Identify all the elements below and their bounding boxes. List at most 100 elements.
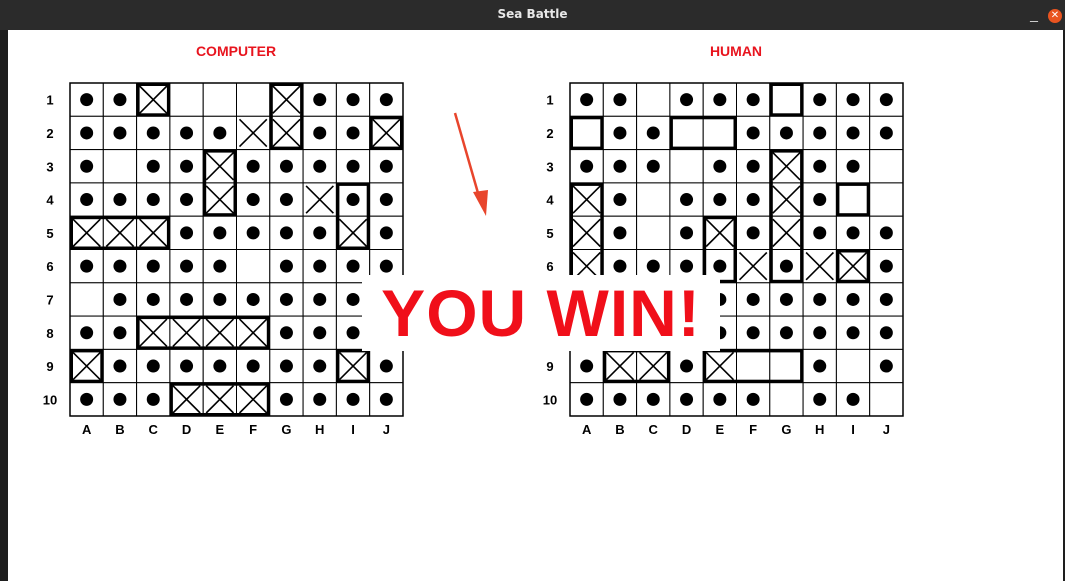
miss-dot [180,259,194,273]
miss-dot [279,392,293,406]
row-label: 5 [546,226,553,241]
grid-cell[interactable] [835,348,871,384]
miss-dot [680,259,694,273]
row-label: 6 [46,259,53,274]
miss-dot [746,126,760,140]
miss-dot [813,392,827,406]
miss-dot [180,292,194,306]
miss-dot [313,226,327,240]
miss-dot [813,359,827,373]
miss-dot [713,193,727,207]
grid-cell[interactable] [769,382,804,417]
grid-cell[interactable] [169,82,204,117]
grid-cell[interactable] [702,115,737,151]
miss-dot [346,126,360,140]
grid-cell[interactable] [769,348,804,384]
miss-dot [846,93,860,107]
grid-cell[interactable] [236,249,271,284]
grid-cell[interactable] [835,182,871,217]
miss-dot [779,326,793,340]
miss-dot [279,159,293,173]
miss-dot [146,359,160,373]
computer-board[interactable]: 1 2 3 4 5 6 7 8 9 10 A B C D E F G H I J [8,30,408,450]
grid-cell[interactable] [569,115,604,151]
miss-dot [379,259,393,273]
miss-dot [613,392,627,406]
miss-dot [279,259,293,273]
grid-cell[interactable] [102,149,138,184]
miss-dot [313,259,327,273]
miss-dot [846,226,860,240]
miss-dot [713,93,727,107]
miss-dot [813,159,827,173]
row-label: 2 [46,126,53,141]
miss-dot [146,126,160,140]
column-label: F [749,422,757,437]
miss-dot [680,392,694,406]
miss-dot [779,292,793,306]
miss-dot [146,159,160,173]
miss-dot [746,292,760,306]
row-label: 9 [546,359,553,374]
miss-dot [80,126,94,140]
close-button[interactable]: ✕ [1048,9,1062,23]
miss-dot [146,259,160,273]
miss-dot [213,226,227,240]
miss-dot [646,259,660,273]
miss-dot [113,359,127,373]
grid-cell[interactable] [669,115,704,151]
window-title: Sea Battle [497,7,568,21]
miss-dot [879,359,893,373]
miss-dot [180,126,194,140]
column-label: D [682,422,691,437]
miss-dot [213,259,227,273]
miss-dot [580,392,594,406]
miss-dot [846,326,860,340]
grid-cell[interactable] [69,282,104,317]
miss-dot [613,93,627,107]
miss-dot [379,392,393,406]
miss-dot [113,326,127,340]
miss-dot [746,159,760,173]
miss-dot [80,392,94,406]
miss-dot [379,93,393,107]
game-canvas: COMPUTER HUMAN 1 2 3 4 5 6 7 8 9 10 A B C D E F G H I J 123… [8,30,1063,581]
miss-dot [846,292,860,306]
miss-dot [313,359,327,373]
miss-dot [113,292,127,306]
minimize-button[interactable]: _ [1025,6,1043,24]
miss-dot [80,93,94,107]
row-label: 9 [46,359,53,374]
grid-cell[interactable] [869,382,904,417]
column-label: B [115,422,124,437]
grid-cell[interactable] [869,182,904,217]
miss-dot [113,93,127,107]
row-label: 2 [546,126,553,141]
grid-cell[interactable] [869,149,904,184]
miss-dot [879,259,893,273]
miss-dot [80,326,94,340]
row-label: 3 [546,159,553,174]
miss-dot [180,226,194,240]
row-label: 4 [46,193,54,208]
grid-cell[interactable] [202,82,237,117]
row-label: 10 [43,392,57,407]
miss-dot [879,326,893,340]
grid-cell[interactable] [669,149,704,184]
miss-dot [146,292,160,306]
human-board[interactable]: 12345678910ABCDEFGHIJ [508,30,908,450]
row-label: 6 [546,259,553,274]
miss-dot [213,292,227,306]
grid-cell[interactable] [636,82,671,117]
grid-cell[interactable] [636,215,671,250]
row-label: 8 [46,326,53,341]
grid-cell[interactable] [769,82,804,117]
miss-dot [613,226,627,240]
column-label: C [649,422,659,437]
miss-dot [580,359,594,373]
grid-cell[interactable] [636,182,671,217]
grid-cell[interactable] [736,348,771,384]
grid-cell[interactable] [236,82,271,117]
column-label: A [582,422,592,437]
column-label: H [315,422,324,437]
